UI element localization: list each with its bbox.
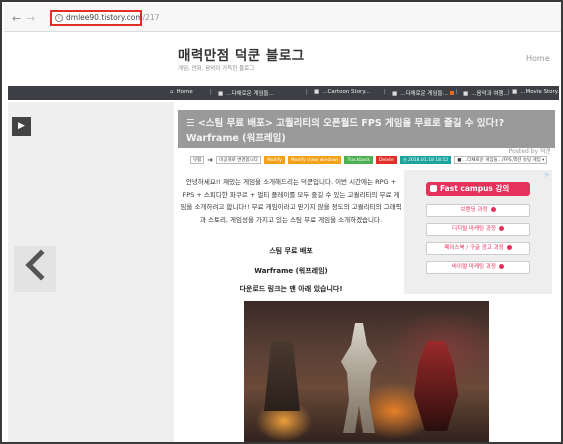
nav-item-label: ...다채로운 게임들... xyxy=(400,91,448,97)
browser-toolbar: ← → i dmlee90.tistory.com/217 xyxy=(4,4,561,32)
address-bar[interactable]: i dmlee90.tistory.com/217 xyxy=(50,10,159,26)
url-path: /217 xyxy=(142,13,160,22)
home-icon: ⌂ xyxy=(170,89,174,95)
nav-item-label: ...Cartoon Story... xyxy=(322,89,371,95)
trackback-button[interactable]: Trackback xyxy=(344,156,373,164)
scrap-button[interactable]: 덧펌 xyxy=(190,156,205,164)
warframe-character-figure xyxy=(341,323,377,433)
modify-new-window-button[interactable]: Modify (new window) xyxy=(287,156,342,164)
nav-separator: | xyxy=(306,89,308,95)
new-badge xyxy=(449,91,454,95)
folder-icon: ■ xyxy=(392,91,398,97)
forward-arrow-icon[interactable]: → xyxy=(26,12,35,25)
screenshot-frame: ← → i dmlee90.tistory.com/217 매력만점 덕쿤 블로그… xyxy=(0,0,563,444)
arrow-circle-icon xyxy=(490,207,496,212)
home-link[interactable]: Home xyxy=(526,54,550,63)
modify-button[interactable]: Modify xyxy=(263,156,285,164)
arrow-circle-icon xyxy=(498,226,504,231)
post-intro: 안녕하세요!! 재밌는 게임을 소개해드리는 덕쿤입니다. 이번 시간에는 RP… xyxy=(180,178,402,224)
ad-course-viral-marketing[interactable]: 바이럴 마케팅 과정 xyxy=(426,261,530,274)
post-date-badge: ◷ 2018.01.18 18:52 xyxy=(399,156,452,164)
blog-title[interactable]: 매력만점 덕쿤 블로그 xyxy=(178,44,305,64)
nav-separator: | xyxy=(210,89,212,95)
chevron-left-icon xyxy=(25,249,57,281)
nav-separator: | xyxy=(384,89,386,95)
nav-item-home[interactable]: ⌂ Home xyxy=(170,89,193,95)
back-arrow-icon[interactable]: ← xyxy=(12,12,21,25)
arrow-circle-icon xyxy=(506,245,512,250)
folder-icon: ■ xyxy=(512,89,518,95)
post-action-bar: 덧펌 ➜ 비공개로 변경합니다 Modify Modify (new windo… xyxy=(190,155,556,165)
warframe-screenshot-image xyxy=(244,301,489,442)
folder-icon: ■ xyxy=(314,89,320,95)
left-sidebar: ▶ xyxy=(8,102,174,442)
nav-item-movie[interactable]: ■ ...Movie Story... xyxy=(512,89,563,95)
ad-panel: ▷ Fast campus 강의 브랜딩 과정 디지털 마케팅 과정 페이스북 … xyxy=(404,170,552,294)
folder-icon: ■ xyxy=(463,91,469,97)
ad-course-branding[interactable]: 브랜딩 과정 xyxy=(426,204,530,217)
url-host: dmlee90.tistory.com xyxy=(66,13,143,22)
nav-separator: | xyxy=(456,89,458,95)
ad-course-label: 바이럴 마케팅 과정 xyxy=(452,264,496,270)
category-select[interactable]: ■ ...다채로운 게임들.../FPS,액션 슈팅 게임 ▾ xyxy=(454,156,548,164)
category-nav: ⌂ Home | ■ ...다채로운 게임들... | ■ ...Cartoon St… xyxy=(8,86,563,100)
folder-icon: ■ xyxy=(218,91,224,97)
ad-course-facebook-google[interactable]: 페이스북 / 구글 광고 과정 xyxy=(426,242,530,255)
sidebar-toggle-icon[interactable]: ▶ xyxy=(12,117,31,136)
robot-enemy-figure xyxy=(414,341,458,431)
download-notice: 다운로드 링크는 맨 아래 있습니다! xyxy=(239,285,343,293)
prev-post-button[interactable] xyxy=(14,246,57,292)
delete-button[interactable]: Delete xyxy=(375,156,397,164)
game-name-heading: Warframe (워프레임) xyxy=(254,267,328,275)
nav-item-label: ...Movie Story... xyxy=(520,89,563,95)
ad-choices-icon[interactable]: ▷ xyxy=(545,172,549,178)
nav-item-games-2[interactable]: ■ ...다채로운 게임들... xyxy=(392,89,454,97)
nav-item-music[interactable]: ■ ...음악과 여행... xyxy=(463,89,509,97)
posted-by: Posted by 덕쿤 xyxy=(508,148,551,155)
blog-subtitle: 게임, 만화, 음악이 가득한 블로그 xyxy=(178,66,255,72)
ad-course-label: 페이스북 / 구글 광고 과정 xyxy=(444,245,504,251)
ad-brand-label: Fast campus 강의 xyxy=(440,184,510,193)
ad-course-label: 브랜딩 과정 xyxy=(460,207,488,213)
fastcampus-logo-icon xyxy=(430,185,437,192)
post-title[interactable]: ☰ <스팀 무료 배포> 고퀄리티의 오픈월드 FPS 게임을 무료로 즐길 수… xyxy=(178,110,555,148)
ad-course-digital-marketing[interactable]: 디지털 마케팅 과정 xyxy=(426,223,530,236)
nav-item-label: Home xyxy=(176,89,193,95)
ad-course-label: 디지털 마케팅 과정 xyxy=(452,226,496,232)
arrow-circle-icon xyxy=(498,264,504,269)
nav-item-label: ...다채로운 게임들... xyxy=(226,91,274,97)
free-distribution-heading: 스팀 무료 배포 xyxy=(269,247,313,255)
nav-item-cartoon[interactable]: ■ ...Cartoon Story... xyxy=(314,89,370,95)
ad-brand-banner[interactable]: Fast campus 강의 xyxy=(426,182,530,196)
make-private-button[interactable]: 비공개로 변경합니다 xyxy=(216,156,261,164)
arrow-right-icon: ➜ xyxy=(207,156,214,164)
info-icon[interactable]: i xyxy=(55,14,63,22)
nav-item-games[interactable]: ■ ...다채로운 게임들... xyxy=(218,89,274,97)
post-content: ☰ <스팀 무료 배포> 고퀄리티의 오픈월드 FPS 게임을 무료로 즐길 수… xyxy=(174,110,559,442)
nav-item-label: ...음악과 여행... xyxy=(471,91,509,97)
nav-separator: | xyxy=(508,89,510,95)
enemy-figure xyxy=(264,341,300,411)
